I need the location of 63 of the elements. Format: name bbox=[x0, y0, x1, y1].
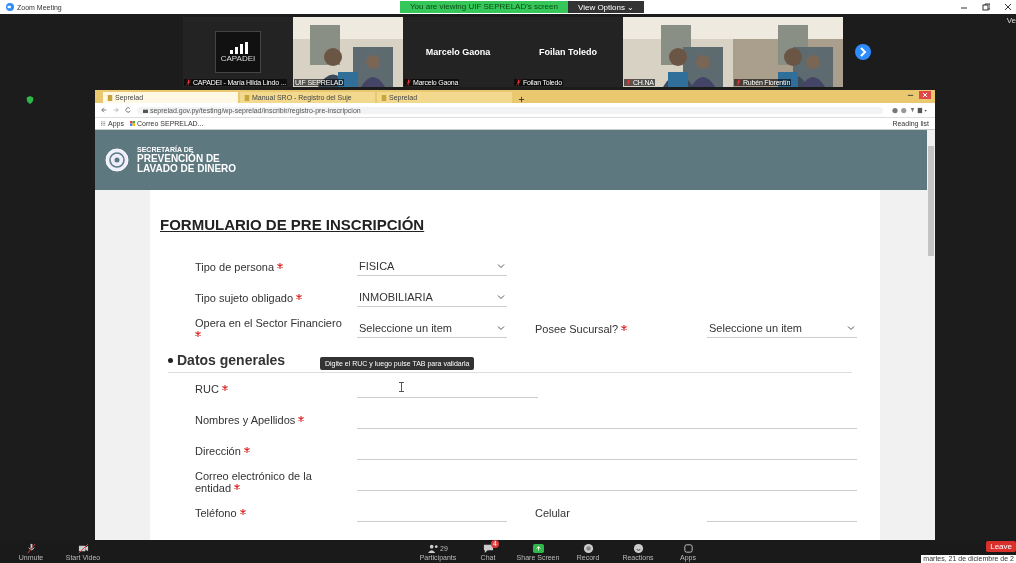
participant-name: Foilan Toledo bbox=[539, 47, 597, 57]
chat-icon bbox=[482, 542, 494, 554]
field-label: RUC bbox=[195, 382, 345, 395]
field-label: Posee Sucursal? bbox=[535, 322, 695, 335]
forward-icon[interactable] bbox=[113, 107, 119, 113]
required-asterisk-icon bbox=[221, 384, 228, 391]
chevron-down-icon bbox=[497, 262, 505, 270]
required-asterisk-icon bbox=[234, 483, 241, 490]
page-icon bbox=[381, 94, 387, 101]
required-asterisk-icon bbox=[239, 508, 246, 515]
required-asterisk-icon bbox=[195, 330, 201, 337]
bullet-icon bbox=[168, 357, 173, 363]
tiles-icon bbox=[129, 121, 135, 126]
close-icon[interactable] bbox=[1004, 3, 1012, 11]
page-icon bbox=[107, 94, 113, 101]
extensions-icon[interactable] bbox=[889, 106, 929, 114]
back-icon[interactable] bbox=[101, 107, 107, 113]
smiley-icon bbox=[632, 542, 644, 554]
reload-icon[interactable] bbox=[125, 107, 131, 113]
share-screen-icon bbox=[532, 542, 544, 554]
share-banner: You are viewing UIF SEPRELAD's screen bbox=[400, 1, 568, 13]
section-title: Datos generales bbox=[177, 352, 286, 368]
zoom-logo-icon bbox=[6, 3, 14, 11]
shield-icon bbox=[26, 96, 34, 104]
form-title: FORMULARIO DE PRE INSCRIPCIÓN bbox=[160, 216, 426, 233]
required-asterisk-icon bbox=[243, 446, 250, 453]
video-off-icon bbox=[77, 542, 89, 554]
next-page-icon[interactable] bbox=[855, 44, 871, 60]
record-icon bbox=[582, 542, 594, 554]
scrollbar-thumb[interactable] bbox=[928, 146, 934, 256]
field-label: Tipo de persona bbox=[195, 260, 345, 273]
participant-name: Marcelo Gaona bbox=[425, 47, 491, 57]
agency-name: PREVENCIÓN DE bbox=[137, 154, 221, 164]
restore-icon[interactable] bbox=[982, 3, 990, 11]
new-tab-icon[interactable] bbox=[518, 96, 525, 103]
required-asterisk-icon bbox=[621, 324, 628, 331]
field-label: Celular bbox=[535, 506, 571, 519]
field-label: Nombres y Apellidos bbox=[195, 413, 345, 426]
bar-chart-logo-icon bbox=[228, 41, 248, 54]
apps-icon bbox=[101, 121, 106, 126]
lock-icon bbox=[143, 107, 148, 113]
field-label: Correo electrónico de la entidad bbox=[195, 469, 313, 494]
muted-mic-icon bbox=[25, 542, 37, 554]
leave-button[interactable]: Leave bbox=[986, 541, 1016, 552]
field-label: Opera en el Sector Financiero bbox=[195, 316, 345, 341]
apps-icon bbox=[682, 542, 694, 554]
people-icon bbox=[428, 542, 440, 554]
text-cursor-icon bbox=[399, 382, 404, 392]
chevron-down-icon bbox=[847, 324, 855, 332]
view-button[interactable]: Ve bbox=[1006, 16, 1016, 25]
required-asterisk-icon bbox=[296, 293, 303, 300]
page-icon bbox=[244, 94, 250, 101]
field-label: Tipo sujeto obligado bbox=[195, 291, 345, 304]
seal-icon bbox=[105, 148, 129, 172]
required-asterisk-icon bbox=[298, 415, 305, 422]
view-options-button[interactable]: View Options ⌄ bbox=[567, 1, 645, 13]
required-asterisk-icon bbox=[277, 262, 284, 269]
field-label: Dirección bbox=[195, 444, 345, 457]
chevron-down-icon bbox=[497, 293, 505, 301]
agency-name: LAVADO DE DINERO bbox=[137, 164, 237, 174]
field-label: Teléfono bbox=[195, 506, 345, 519]
chevron-down-icon bbox=[497, 324, 505, 332]
logo-text: CAPADEI bbox=[220, 53, 256, 63]
